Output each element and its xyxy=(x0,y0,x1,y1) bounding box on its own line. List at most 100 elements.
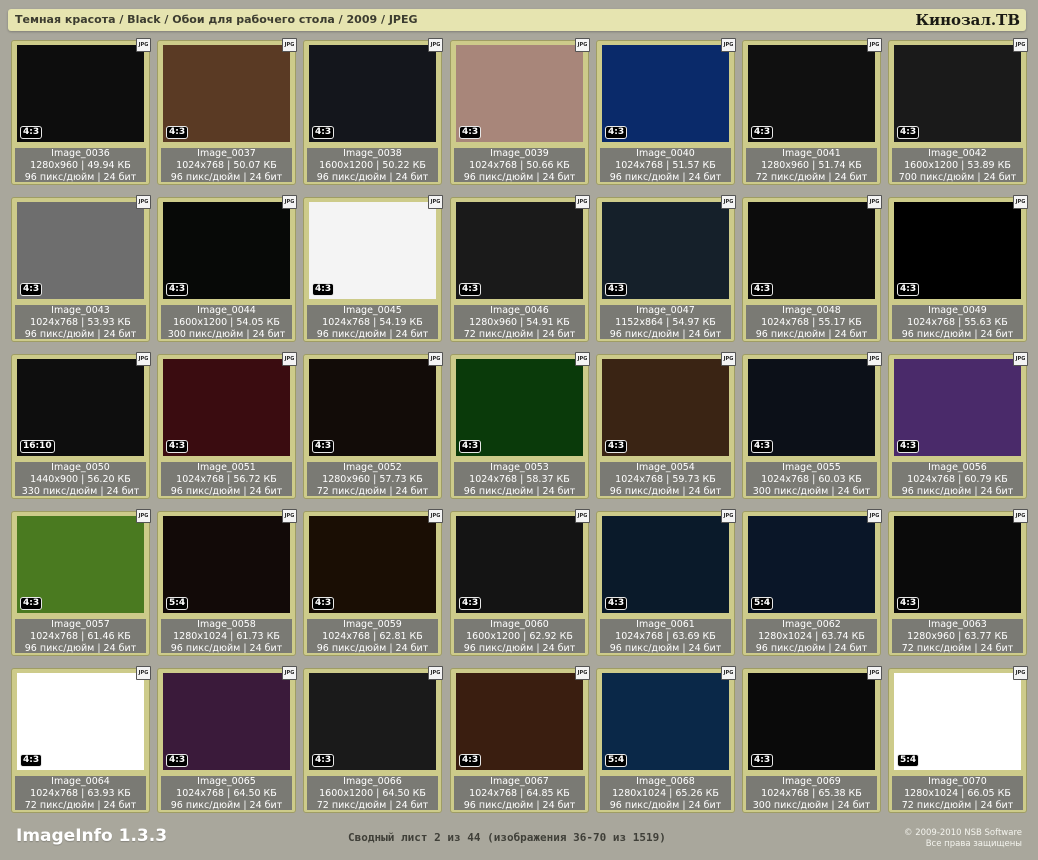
thumbnail-card[interactable]: 4:3 JPG Image_0065 1024x768 | 64.50 КБ 96 пи… xyxy=(157,666,297,813)
thumbnail-image[interactable]: 4:3 xyxy=(17,673,144,770)
thumbnail-image[interactable]: 5:4 xyxy=(894,673,1021,770)
thumbnail-card[interactable]: 4:3 JPG Image_0060 1600x1200 | 62.92 КБ 96 п… xyxy=(450,509,590,656)
thumbnail-image[interactable]: 4:3 xyxy=(456,516,583,613)
thumbnail-card[interactable]: 4:3 JPG Image_0052 1280x960 | 57.73 КБ 72 пи… xyxy=(303,352,443,499)
jpg-format-icon: JPG xyxy=(721,352,736,366)
thumbnail-card[interactable]: 4:3 JPG Image_0043 1024x768 | 53.93 КБ 96 пи… xyxy=(11,195,151,342)
thumbnail-card[interactable]: 5:4 JPG Image_0070 1280x1024 | 66.05 КБ 72 п… xyxy=(888,666,1028,813)
thumbnail-image[interactable]: 4:3 xyxy=(17,516,144,613)
thumbnail-image[interactable]: 4:3 xyxy=(456,359,583,456)
thumbnail-image[interactable]: 4:3 xyxy=(602,202,729,299)
jpg-format-icon: JPG xyxy=(1013,509,1028,523)
image-dims: 1024x768 | 60.79 КБ xyxy=(907,474,1008,485)
thumbnail-card[interactable]: 4:3 JPG Image_0057 1024x768 | 61.46 КБ 96 пи… xyxy=(11,509,151,656)
thumbnail-card[interactable]: 4:3 JPG Image_0038 1600x1200 | 50.22 КБ 96 п… xyxy=(303,38,443,185)
image-name: Image_0053 xyxy=(490,462,549,473)
thumbnail-card[interactable]: 4:3 JPG Image_0064 1024x768 | 63.93 КБ 72 пи… xyxy=(11,666,151,813)
image-meta: 96 пикс/дюйм | 24 бит xyxy=(609,329,722,339)
thumbnail-card[interactable]: 4:3 JPG Image_0037 1024x768 | 50.07 КБ 96 пи… xyxy=(157,38,297,185)
thumbnail-image[interactable]: 4:3 xyxy=(163,673,290,770)
thumbnail-image[interactable]: 4:3 xyxy=(894,202,1021,299)
jpg-format-icon: JPG xyxy=(575,38,590,52)
thumbnail-card[interactable]: 4:3 JPG Image_0042 1600x1200 | 53.89 КБ 700 … xyxy=(888,38,1028,185)
thumbnail-card[interactable]: 4:3 JPG Image_0039 1024x768 | 50.66 КБ 96 пи… xyxy=(450,38,590,185)
thumbnail-card[interactable]: 4:3 JPG Image_0048 1024x768 | 55.17 КБ 96 пи… xyxy=(742,195,882,342)
thumbnail-card[interactable]: 4:3 JPG Image_0046 1280x960 | 54.91 КБ 72 пи… xyxy=(450,195,590,342)
thumbnail-card[interactable]: 4:3 JPG Image_0069 1024x768 | 65.38 КБ 300 п… xyxy=(742,666,882,813)
thumbnail-image[interactable]: 5:4 xyxy=(163,516,290,613)
aspect-ratio-badge: 4:3 xyxy=(312,283,335,296)
thumbnail-image[interactable]: 4:3 xyxy=(17,45,144,142)
thumbnail-image[interactable]: 4:3 xyxy=(894,45,1021,142)
thumbnail-card[interactable]: 4:3 JPG Image_0047 1152x864 | 54.97 КБ 96 пи… xyxy=(596,195,736,342)
thumbnail-card[interactable]: 4:3 JPG Image_0041 1280x960 | 51.74 КБ 72 пи… xyxy=(742,38,882,185)
thumbnail-image[interactable]: 4:3 xyxy=(602,359,729,456)
thumbnail-card[interactable]: 16:10 JPG Image_0050 1440x900 | 56.20 КБ 330… xyxy=(11,352,151,499)
thumbnail-card[interactable]: 4:3 JPG Image_0040 1024x768 | 51.57 КБ 96 пи… xyxy=(596,38,736,185)
aspect-ratio-badge: 4:3 xyxy=(751,754,774,767)
image-meta: 96 пикс/дюйм | 24 бит xyxy=(170,643,283,653)
image-name: Image_0043 xyxy=(51,305,110,316)
thumbnail-image[interactable]: 4:3 xyxy=(894,359,1021,456)
thumbnail-card[interactable]: 4:3 JPG Image_0056 1024x768 | 60.79 КБ 96 пи… xyxy=(888,352,1028,499)
thumbnail-image[interactable]: 4:3 xyxy=(456,202,583,299)
thumbnail-image[interactable]: 4:3 xyxy=(456,45,583,142)
image-dims: 1280x1024 | 66.05 КБ xyxy=(904,788,1011,799)
thumbnail-card[interactable]: 4:3 JPG Image_0051 1024x768 | 56.72 КБ 96 пи… xyxy=(157,352,297,499)
thumbnail-card[interactable]: 4:3 JPG Image_0053 1024x768 | 58.37 КБ 96 пи… xyxy=(450,352,590,499)
thumbnail-card[interactable]: 4:3 JPG Image_0045 1024x768 | 54.19 КБ 96 пи… xyxy=(303,195,443,342)
image-name: Image_0069 xyxy=(782,776,841,787)
thumbnail-card[interactable]: 4:3 JPG Image_0054 1024x768 | 59.73 КБ 96 пи… xyxy=(596,352,736,499)
thumbnail-image[interactable]: 4:3 xyxy=(309,516,436,613)
image-name: Image_0068 xyxy=(636,776,695,787)
thumbnail-image[interactable]: 4:3 xyxy=(163,45,290,142)
thumbnail-image[interactable]: 4:3 xyxy=(309,202,436,299)
thumbnail-card[interactable]: 5:4 JPG Image_0068 1280x1024 | 65.26 КБ 96 п… xyxy=(596,666,736,813)
thumbnail-card[interactable]: 4:3 JPG Image_0036 1280x960 | 49.94 КБ 96 пи… xyxy=(11,38,151,185)
thumbnail-card[interactable]: 4:3 JPG Image_0059 1024x768 | 62.81 КБ 96 пи… xyxy=(303,509,443,656)
thumbnail-image[interactable]: 4:3 xyxy=(602,45,729,142)
aspect-ratio-badge: 4:3 xyxy=(459,283,482,296)
thumbnail-image[interactable]: 4:3 xyxy=(309,45,436,142)
aspect-ratio-badge: 4:3 xyxy=(312,597,335,610)
thumbnail-card[interactable]: 4:3 JPG Image_0061 1024x768 | 63.69 КБ 96 пи… xyxy=(596,509,736,656)
thumbnail-image[interactable]: 4:3 xyxy=(163,202,290,299)
thumbnail-image[interactable]: 16:10 xyxy=(17,359,144,456)
thumbnail-image[interactable]: 4:3 xyxy=(17,202,144,299)
image-meta: 72 пикс/дюйм | 24 бит xyxy=(901,800,1014,810)
thumbnail-image[interactable]: 4:3 xyxy=(748,673,875,770)
thumbnail-image[interactable]: 4:3 xyxy=(894,516,1021,613)
thumbnail-card[interactable]: 4:3 JPG Image_0066 1600x1200 | 64.50 КБ 72 п… xyxy=(303,666,443,813)
thumbnail-card[interactable]: 4:3 JPG Image_0055 1024x768 | 60.03 КБ 300 п… xyxy=(742,352,882,499)
thumbnail-image[interactable]: 4:3 xyxy=(602,516,729,613)
thumbnail-image[interactable]: 5:4 xyxy=(748,516,875,613)
thumbnail-image[interactable]: 4:3 xyxy=(748,202,875,299)
thumbnail-card[interactable]: 4:3 JPG Image_0063 1280x960 | 63.77 КБ 72 пи… xyxy=(888,509,1028,656)
jpg-format-icon: JPG xyxy=(282,352,297,366)
image-dims: 1024x768 | 62.81 КБ xyxy=(322,631,423,642)
image-info: Image_0043 1024x768 | 53.93 КБ 96 пикс/дюй… xyxy=(15,305,146,339)
aspect-ratio-badge: 4:3 xyxy=(166,283,189,296)
thumbnail-card[interactable]: 4:3 JPG Image_0044 1600x1200 | 54.05 КБ 300 … xyxy=(157,195,297,342)
thumbnail-image[interactable]: 4:3 xyxy=(748,45,875,142)
thumbnail-card[interactable]: 4:3 JPG Image_0049 1024x768 | 55.63 КБ 96 пи… xyxy=(888,195,1028,342)
thumbnail-image[interactable]: 4:3 xyxy=(748,359,875,456)
image-meta: 96 пикс/дюйм | 24 бит xyxy=(170,172,283,182)
image-meta: 72 пикс/дюйм | 24 бит xyxy=(901,643,1014,653)
thumbnail-image[interactable]: 4:3 xyxy=(163,359,290,456)
thumbnail-card[interactable]: 5:4 JPG Image_0062 1280x1024 | 63.74 КБ 96 п… xyxy=(742,509,882,656)
aspect-ratio-badge: 4:3 xyxy=(166,126,189,139)
thumbnail-image[interactable]: 4:3 xyxy=(456,673,583,770)
jpg-format-icon: JPG xyxy=(428,352,443,366)
thumbnail-card[interactable]: 5:4 JPG Image_0058 1280x1024 | 61.73 КБ 96 п… xyxy=(157,509,297,656)
thumbnail-image[interactable]: 4:3 xyxy=(309,359,436,456)
image-name: Image_0058 xyxy=(197,619,256,630)
aspect-ratio-badge: 4:3 xyxy=(20,754,43,767)
thumbnail-image[interactable]: 4:3 xyxy=(309,673,436,770)
breadcrumb: Темная красота / Black / Обои для рабоче… xyxy=(15,13,418,26)
jpg-format-icon: JPG xyxy=(282,666,297,680)
jpg-format-icon: JPG xyxy=(136,509,151,523)
thumbnail-image[interactable]: 5:4 xyxy=(602,673,729,770)
thumbnail-card[interactable]: 4:3 JPG Image_0067 1024x768 | 64.85 КБ 96 пи… xyxy=(450,666,590,813)
image-dims: 1280x1024 | 61.73 КБ xyxy=(173,631,280,642)
